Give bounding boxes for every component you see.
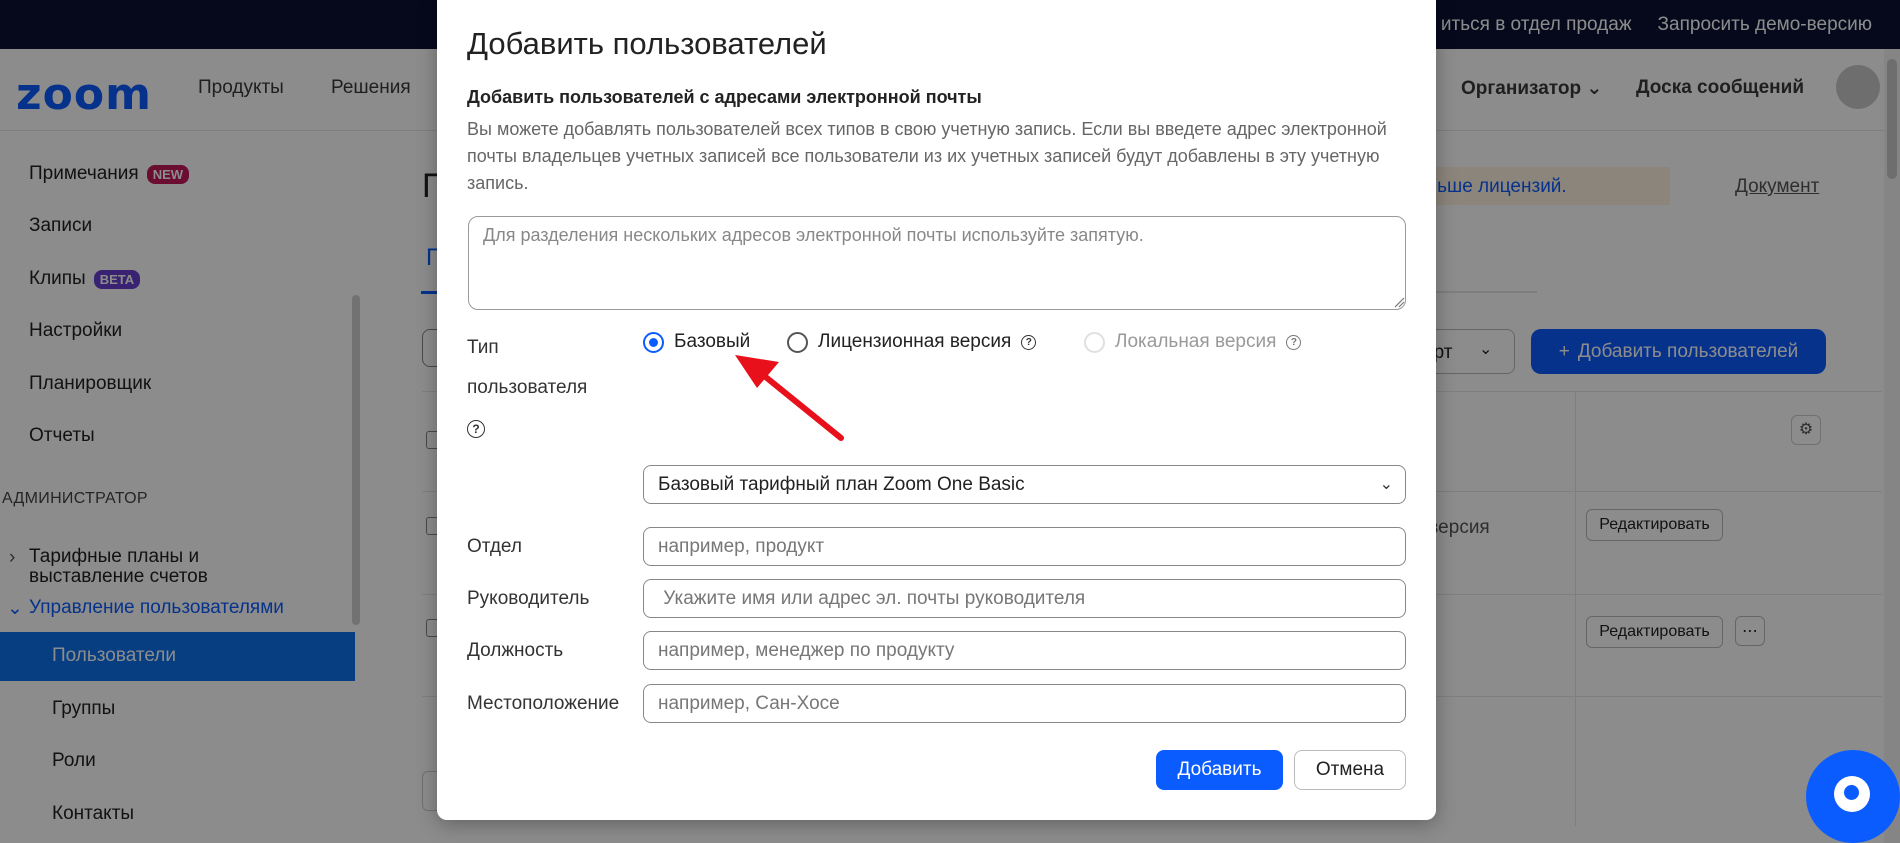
chat-support-button[interactable] bbox=[1806, 750, 1900, 843]
plan-select[interactable]: Базовый тарифный план Zoom One Basic ⌄ bbox=[643, 465, 1406, 504]
department-field[interactable] bbox=[643, 527, 1406, 566]
dialog-title: Добавить пользователей bbox=[467, 26, 827, 61]
radio-button[interactable] bbox=[643, 331, 664, 353]
radio-button bbox=[1084, 331, 1105, 353]
chevron-down-icon: ⌄ bbox=[1379, 476, 1393, 493]
help-icon[interactable]: ? bbox=[1021, 334, 1037, 350]
chat-icon bbox=[1834, 776, 1870, 812]
location-label: Местоположение bbox=[467, 693, 620, 714]
help-icon[interactable]: ? bbox=[467, 420, 485, 438]
resize-handle-icon[interactable] bbox=[1393, 296, 1405, 308]
help-icon[interactable]: ? bbox=[1286, 334, 1302, 350]
dialog-description: Вы можете добавлять пользователей всех т… bbox=[467, 119, 1387, 193]
annotation-arrow-icon bbox=[735, 355, 844, 441]
cancel-button[interactable]: Отмена bbox=[1294, 750, 1406, 790]
email-addresses-input[interactable] bbox=[468, 216, 1406, 310]
radio-on-prem: Локальная версия ? bbox=[1084, 331, 1302, 353]
manager-field[interactable] bbox=[643, 579, 1406, 618]
location-field[interactable] bbox=[643, 684, 1406, 723]
manager-label: Руководитель bbox=[467, 588, 590, 609]
department-label: Отдел bbox=[467, 536, 522, 557]
add-users-dialog: Добавить пользователей Добавить пользова… bbox=[437, 0, 1436, 820]
job-title-field[interactable] bbox=[643, 631, 1406, 670]
dialog-subtitle: Добавить пользователей с адресами электр… bbox=[467, 87, 982, 107]
user-type-label: Тип пользователя ? bbox=[467, 337, 588, 438]
add-button[interactable]: Добавить bbox=[1156, 750, 1283, 790]
job-title-label: Должность bbox=[467, 640, 564, 661]
